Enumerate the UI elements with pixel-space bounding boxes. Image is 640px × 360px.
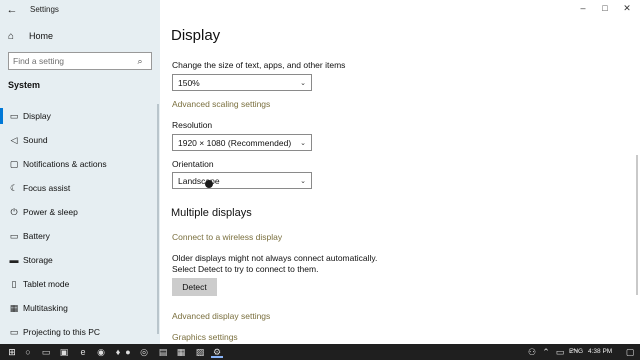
sidebar-scrollbar[interactable]	[157, 104, 159, 334]
sidebar-item-label: Storage	[23, 255, 53, 265]
scale-dropdown[interactable]: 150% ⌄	[172, 74, 312, 91]
notification-icon: ▢	[9, 158, 19, 169]
resolution-value: 1920 × 1080 (Recommended)	[178, 137, 292, 148]
scale-value: 150%	[178, 77, 200, 88]
task-view-icon[interactable]: ▭	[40, 346, 52, 358]
main-content: – □ ✕ Display Change the size of text, a…	[160, 0, 640, 344]
multiple-displays-heading: Multiple displays	[171, 207, 252, 219]
detect-description-1: Older displays might not always connect …	[172, 253, 378, 263]
app-icon[interactable]: ▤	[157, 346, 169, 358]
home-link[interactable]: ⌂ Home	[8, 29, 53, 43]
language-indicator[interactable]: ENG	[569, 348, 583, 355]
clock[interactable]: 4:38 PM	[588, 348, 612, 355]
sidebar-item-label: Notifications & actions	[23, 159, 107, 169]
taskbar: ⊞ ○ ▭ ▣ e ◉ ♦ ● ◎ ▤ ▦ ▨ ⚙ ⚇ ⌃ ▭ ◠ ENG 4:…	[0, 344, 640, 360]
battery-icon: ▭	[9, 230, 19, 241]
page-title: Display	[171, 27, 221, 44]
sidebar-item-label: Tablet mode	[23, 279, 70, 289]
search-taskbar-icon[interactable]: ○	[22, 346, 34, 358]
store-icon[interactable]: ▦	[175, 346, 187, 358]
tablet-icon: ▯	[11, 278, 17, 289]
sidebar-item-label: Multitasking	[23, 303, 68, 313]
sidebar-item-sound[interactable]: ◁ Sound	[0, 128, 160, 152]
orientation-value: Landscape	[178, 175, 220, 186]
mouse-cursor	[205, 180, 213, 188]
chevron-down-icon: ⌄	[300, 139, 306, 147]
sidebar-item-label: Projecting to this PC	[23, 327, 101, 337]
monitor-icon: ▭	[9, 110, 19, 121]
sidebar-item-label: Power & sleep	[23, 207, 78, 217]
sidebar-item-storage[interactable]: ▬ Storage	[0, 248, 160, 272]
home-label: Home	[29, 31, 54, 41]
sidebar-item-battery[interactable]: ▭ Battery	[0, 224, 160, 248]
section-title: System	[8, 80, 41, 90]
maximize-icon[interactable]: □	[595, 3, 615, 13]
resolution-label: Resolution	[172, 120, 213, 130]
sidebar-item-label: Display	[23, 111, 51, 121]
app-icon[interactable]: ◎	[138, 346, 150, 358]
photos-icon[interactable]: ▨	[194, 346, 206, 358]
search-input[interactable]	[9, 54, 131, 68]
minimize-icon[interactable]: –	[573, 3, 593, 13]
sidebar-nav: ▭ Display ◁ Sound ▢ Notifications & acti…	[0, 104, 160, 344]
multitasking-icon: ▦	[9, 302, 19, 313]
sidebar-item-projecting[interactable]: ▭ Projecting to this PC	[0, 320, 160, 344]
main-scrollbar[interactable]	[636, 155, 638, 295]
sidebar-item-label: Sound	[23, 135, 48, 145]
app-title: Settings	[30, 5, 59, 14]
title-bar: ← Settings	[0, 0, 160, 20]
app-icon[interactable]: ◉	[95, 346, 107, 358]
moon-icon: ☾	[9, 182, 19, 193]
home-icon: ⌂	[8, 30, 15, 42]
chevron-down-icon: ⌄	[300, 177, 306, 185]
detect-description-2: Select Detect to try to connect to them.	[172, 264, 319, 274]
wireless-display-link[interactable]: Connect to a wireless display	[172, 232, 282, 242]
sidebar-item-multitasking[interactable]: ▦ Multitasking	[0, 296, 160, 320]
search-box[interactable]: ⌕	[8, 52, 152, 70]
resolution-dropdown[interactable]: 1920 × 1080 (Recommended) ⌄	[172, 134, 312, 151]
action-center-icon[interactable]: ▢	[624, 346, 636, 358]
app-icon[interactable]: ●	[122, 346, 134, 358]
sidebar-item-label: Battery	[23, 231, 50, 241]
sidebar-item-notifications[interactable]: ▢ Notifications & actions	[0, 152, 160, 176]
people-icon[interactable]: ⚇	[526, 346, 538, 358]
windows-start-icon[interactable]: ⊞	[6, 346, 18, 358]
chevron-up-icon[interactable]: ⌃	[540, 346, 552, 358]
back-arrow-icon[interactable]: ←	[4, 2, 20, 18]
advanced-scaling-link[interactable]: Advanced scaling settings	[172, 99, 270, 109]
power-icon: ⏻	[10, 206, 18, 217]
sidebar: ← Settings ⌂ Home ⌕ System ▭ Display ◁ S…	[0, 0, 160, 344]
sidebar-item-label: Focus assist	[23, 183, 71, 193]
search-icon[interactable]: ⌕	[131, 56, 149, 67]
storage-icon: ▬	[9, 255, 19, 265]
edge-icon[interactable]: e	[77, 346, 89, 358]
sidebar-item-display[interactable]: ▭ Display	[0, 104, 160, 128]
sidebar-item-focus-assist[interactable]: ☾ Focus assist	[0, 176, 160, 200]
sidebar-item-power-sleep[interactable]: ⏻ Power & sleep	[0, 200, 160, 224]
advanced-display-link[interactable]: Advanced display settings	[172, 311, 270, 321]
close-icon[interactable]: ✕	[617, 3, 637, 14]
speaker-icon: ◁	[10, 134, 18, 145]
detect-button[interactable]: Detect	[172, 278, 217, 296]
app-icon[interactable]: ▣	[58, 346, 70, 358]
sidebar-item-tablet-mode[interactable]: ▯ Tablet mode	[0, 272, 160, 296]
orientation-dropdown[interactable]: Landscape ⌄	[172, 172, 312, 189]
battery-tray-icon[interactable]: ▭	[554, 346, 566, 358]
scale-label: Change the size of text, apps, and other…	[172, 60, 346, 70]
orientation-label: Orientation	[172, 159, 214, 169]
chevron-down-icon: ⌄	[300, 79, 306, 87]
projector-icon: ▭	[9, 326, 19, 337]
graphics-settings-link[interactable]: Graphics settings	[172, 332, 238, 342]
settings-gear-icon[interactable]: ⚙	[211, 346, 223, 358]
